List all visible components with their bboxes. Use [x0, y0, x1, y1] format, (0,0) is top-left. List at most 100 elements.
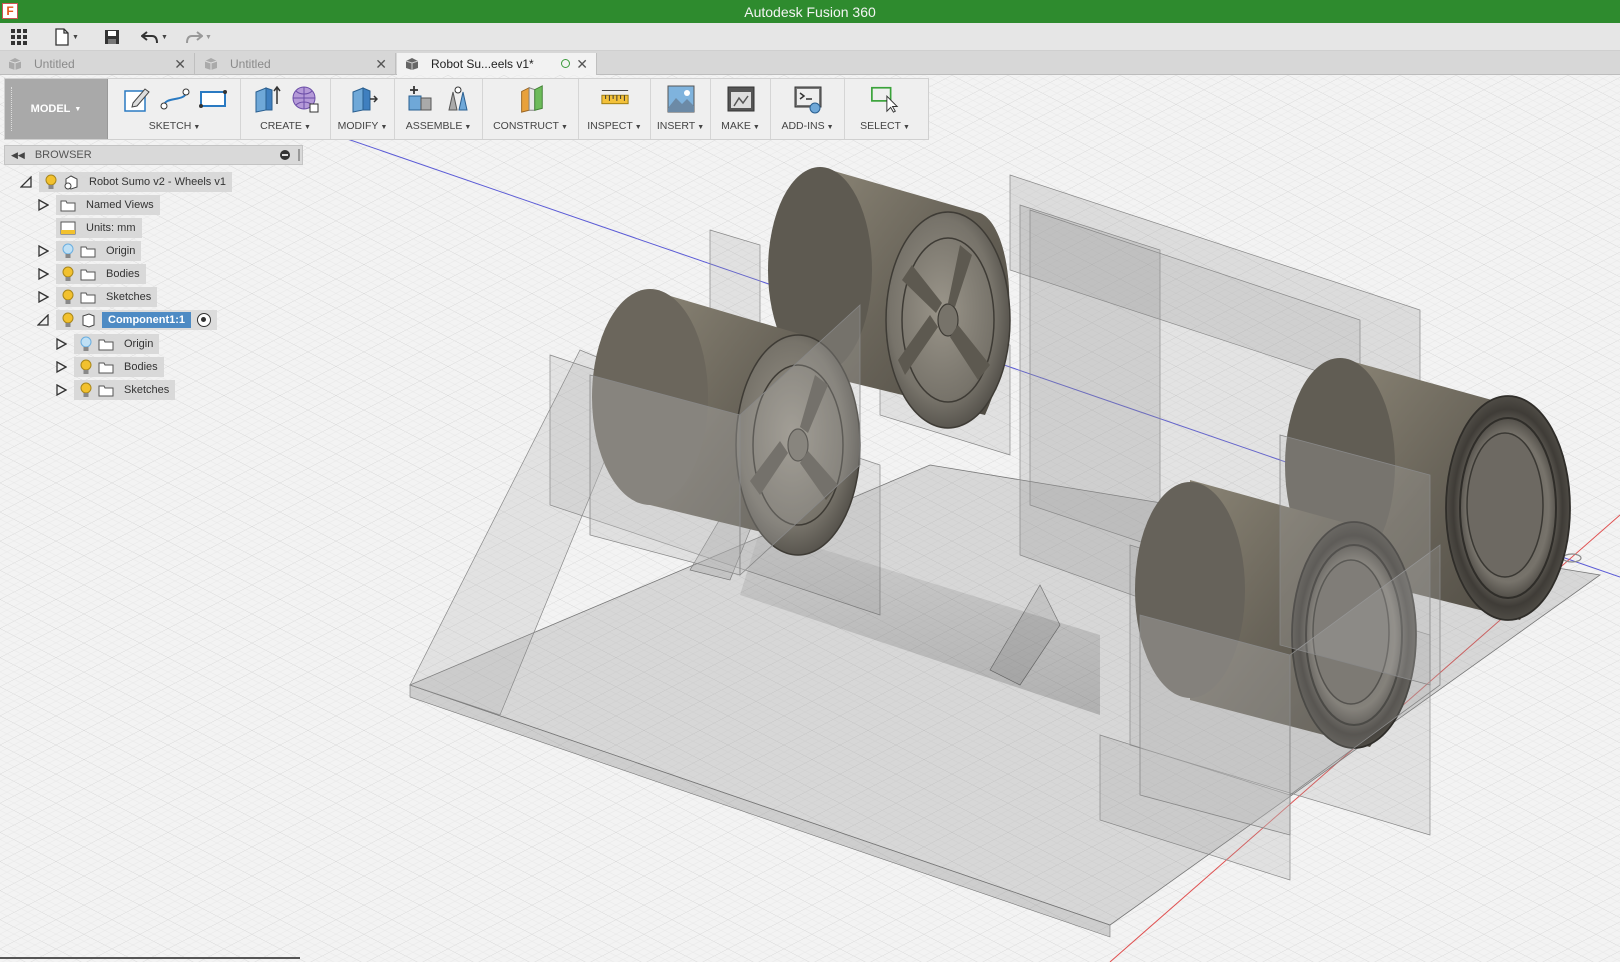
create-sketch-button[interactable] [122, 83, 152, 115]
save-button[interactable] [104, 27, 120, 47]
collapsed-triangle-icon[interactable] [55, 338, 67, 350]
add-ins-menu-button[interactable]: ADD-INS ▼ [771, 120, 844, 132]
collapsed-triangle-icon[interactable] [37, 245, 49, 257]
group-label: INSPECT [587, 120, 633, 132]
extrude-button[interactable] [252, 83, 282, 115]
tree-item-component-bodies[interactable]: Bodies [74, 357, 164, 377]
tab-untitled-2[interactable]: Untitled ✕ [196, 53, 396, 75]
toolbar-grip[interactable] [11, 87, 13, 131]
3d-model-scene[interactable] [0, 75, 1620, 962]
panel-pin-icon[interactable] [280, 150, 290, 160]
expanded-triangle-icon[interactable] [37, 314, 49, 326]
workspace-label: MODEL [30, 103, 71, 115]
caret-icon: ▼ [193, 124, 201, 131]
chevron-down-icon: ▼ [74, 105, 82, 113]
tree-item-named-views[interactable]: Named Views [56, 195, 160, 215]
select-button[interactable] [870, 83, 900, 115]
joint-icon [447, 86, 468, 111]
line-tool-button[interactable] [160, 83, 190, 115]
visibility-bulb-off-icon[interactable] [78, 336, 94, 352]
visibility-bulb-off-icon[interactable] [60, 243, 76, 259]
group-label: MAKE [721, 120, 751, 132]
tree-item-label: Origin [106, 245, 136, 257]
main-toolbar: MODEL ▼ SKETCH ▼ CREATE ▼ MODIFY ▼ ASSEM… [4, 78, 929, 140]
visibility-bulb-icon[interactable] [78, 382, 94, 398]
sketch-menu-button[interactable]: SKETCH ▼ [109, 120, 240, 132]
toolbar-group-modify: MODIFY ▼ [331, 79, 395, 139]
joint-button[interactable] [443, 83, 473, 115]
form-sphere-icon [292, 86, 318, 113]
modify-menu-button[interactable]: MODIFY ▼ [331, 120, 394, 132]
visibility-bulb-icon[interactable] [60, 312, 76, 328]
offset-plane-button[interactable] [516, 83, 546, 115]
press-pull-button[interactable] [348, 83, 378, 115]
group-label: CONSTRUCT [493, 120, 559, 132]
construct-menu-button[interactable]: CONSTRUCT ▼ [483, 120, 578, 132]
canvas-viewport[interactable] [0, 75, 1620, 962]
tree-item-label: Sketches [106, 291, 152, 303]
undo-caret-icon: ▼ [161, 33, 168, 41]
inspect-menu-button[interactable]: INSPECT ▼ [579, 120, 650, 132]
redo-button[interactable]: ▼ [185, 27, 212, 47]
tree-item-origin[interactable]: Origin [56, 241, 142, 261]
group-label: MODIFY [337, 120, 379, 132]
caret-icon: ▼ [697, 124, 705, 131]
visibility-bulb-icon[interactable] [60, 289, 76, 305]
scripts-addins-button[interactable] [793, 83, 823, 115]
collapse-panel-icon[interactable]: ◀◀ [11, 150, 25, 161]
folder-icon [98, 336, 114, 352]
tree-item-component1[interactable]: Component1:1 [56, 310, 217, 330]
collapsed-triangle-icon[interactable] [37, 199, 49, 211]
data-panel-button[interactable] [10, 27, 28, 47]
collapsed-triangle-icon[interactable] [55, 384, 67, 396]
tab-untitled-1[interactable]: Untitled ✕ [0, 53, 195, 75]
tree-item-label: Bodies [106, 268, 140, 280]
tree-item-sketches[interactable]: Sketches [56, 287, 158, 307]
visibility-bulb-icon[interactable] [43, 174, 59, 190]
workspace-switcher-button[interactable]: MODEL ▼ [5, 79, 108, 139]
group-label: INSERT [656, 120, 696, 132]
tree-item-root-document[interactable]: Robot Sumo v2 - Wheels v1 [39, 172, 232, 192]
sketch-pencil-icon [123, 88, 150, 112]
tree-item-component-sketches[interactable]: Sketches [74, 380, 176, 400]
insert-menu-button[interactable]: INSERT ▼ [651, 120, 710, 132]
toolbar-group-create: CREATE ▼ [241, 79, 331, 139]
measure-button[interactable] [600, 83, 630, 115]
units-ruler-icon [60, 220, 76, 236]
caret-icon: ▼ [380, 124, 388, 131]
collapsed-triangle-icon[interactable] [37, 291, 49, 303]
select-menu-button[interactable]: SELECT ▼ [845, 120, 925, 132]
rectangle-tool-button[interactable] [198, 83, 228, 115]
new-component-button[interactable] [405, 83, 435, 115]
tree-item-component-origin[interactable]: Origin [74, 334, 160, 354]
group-label: ADD-INS [781, 120, 825, 132]
visibility-bulb-icon[interactable] [60, 266, 76, 282]
collapsed-triangle-icon[interactable] [55, 361, 67, 373]
collapsed-triangle-icon[interactable] [37, 268, 49, 280]
undo-button[interactable]: ▼ [141, 27, 168, 47]
create-menu-button[interactable]: CREATE ▼ [241, 120, 330, 132]
make-menu-button[interactable]: MAKE ▼ [711, 120, 770, 132]
save-icon [105, 30, 119, 44]
insert-image-button[interactable] [666, 83, 696, 115]
caret-icon: ▼ [303, 124, 311, 131]
close-icon[interactable]: ✕ [174, 56, 186, 73]
assemble-menu-button[interactable]: ASSEMBLE ▼ [395, 120, 482, 132]
timeline-divider [0, 957, 300, 959]
expanded-triangle-icon[interactable] [20, 176, 32, 188]
new-component-icon [408, 86, 431, 111]
image-canvas-icon [667, 85, 694, 113]
panel-resize-handle[interactable] [298, 149, 300, 161]
visibility-bulb-icon[interactable] [78, 359, 94, 375]
file-menu-button[interactable]: ▼ [54, 27, 79, 47]
close-icon[interactable]: ✕ [375, 56, 387, 73]
activate-component-radio-icon[interactable] [197, 313, 211, 327]
tab-robot-sumo[interactable]: Robot Su...eels v1* ✕ [397, 53, 597, 75]
tree-item-units[interactable]: Units: mm [56, 218, 142, 238]
tree-item-bodies[interactable]: Bodies [56, 264, 146, 284]
3d-print-button[interactable] [726, 83, 756, 115]
group-label: SKETCH [148, 120, 192, 132]
undo-icon [141, 31, 158, 44]
close-icon[interactable]: ✕ [576, 56, 588, 73]
form-button[interactable] [290, 83, 320, 115]
